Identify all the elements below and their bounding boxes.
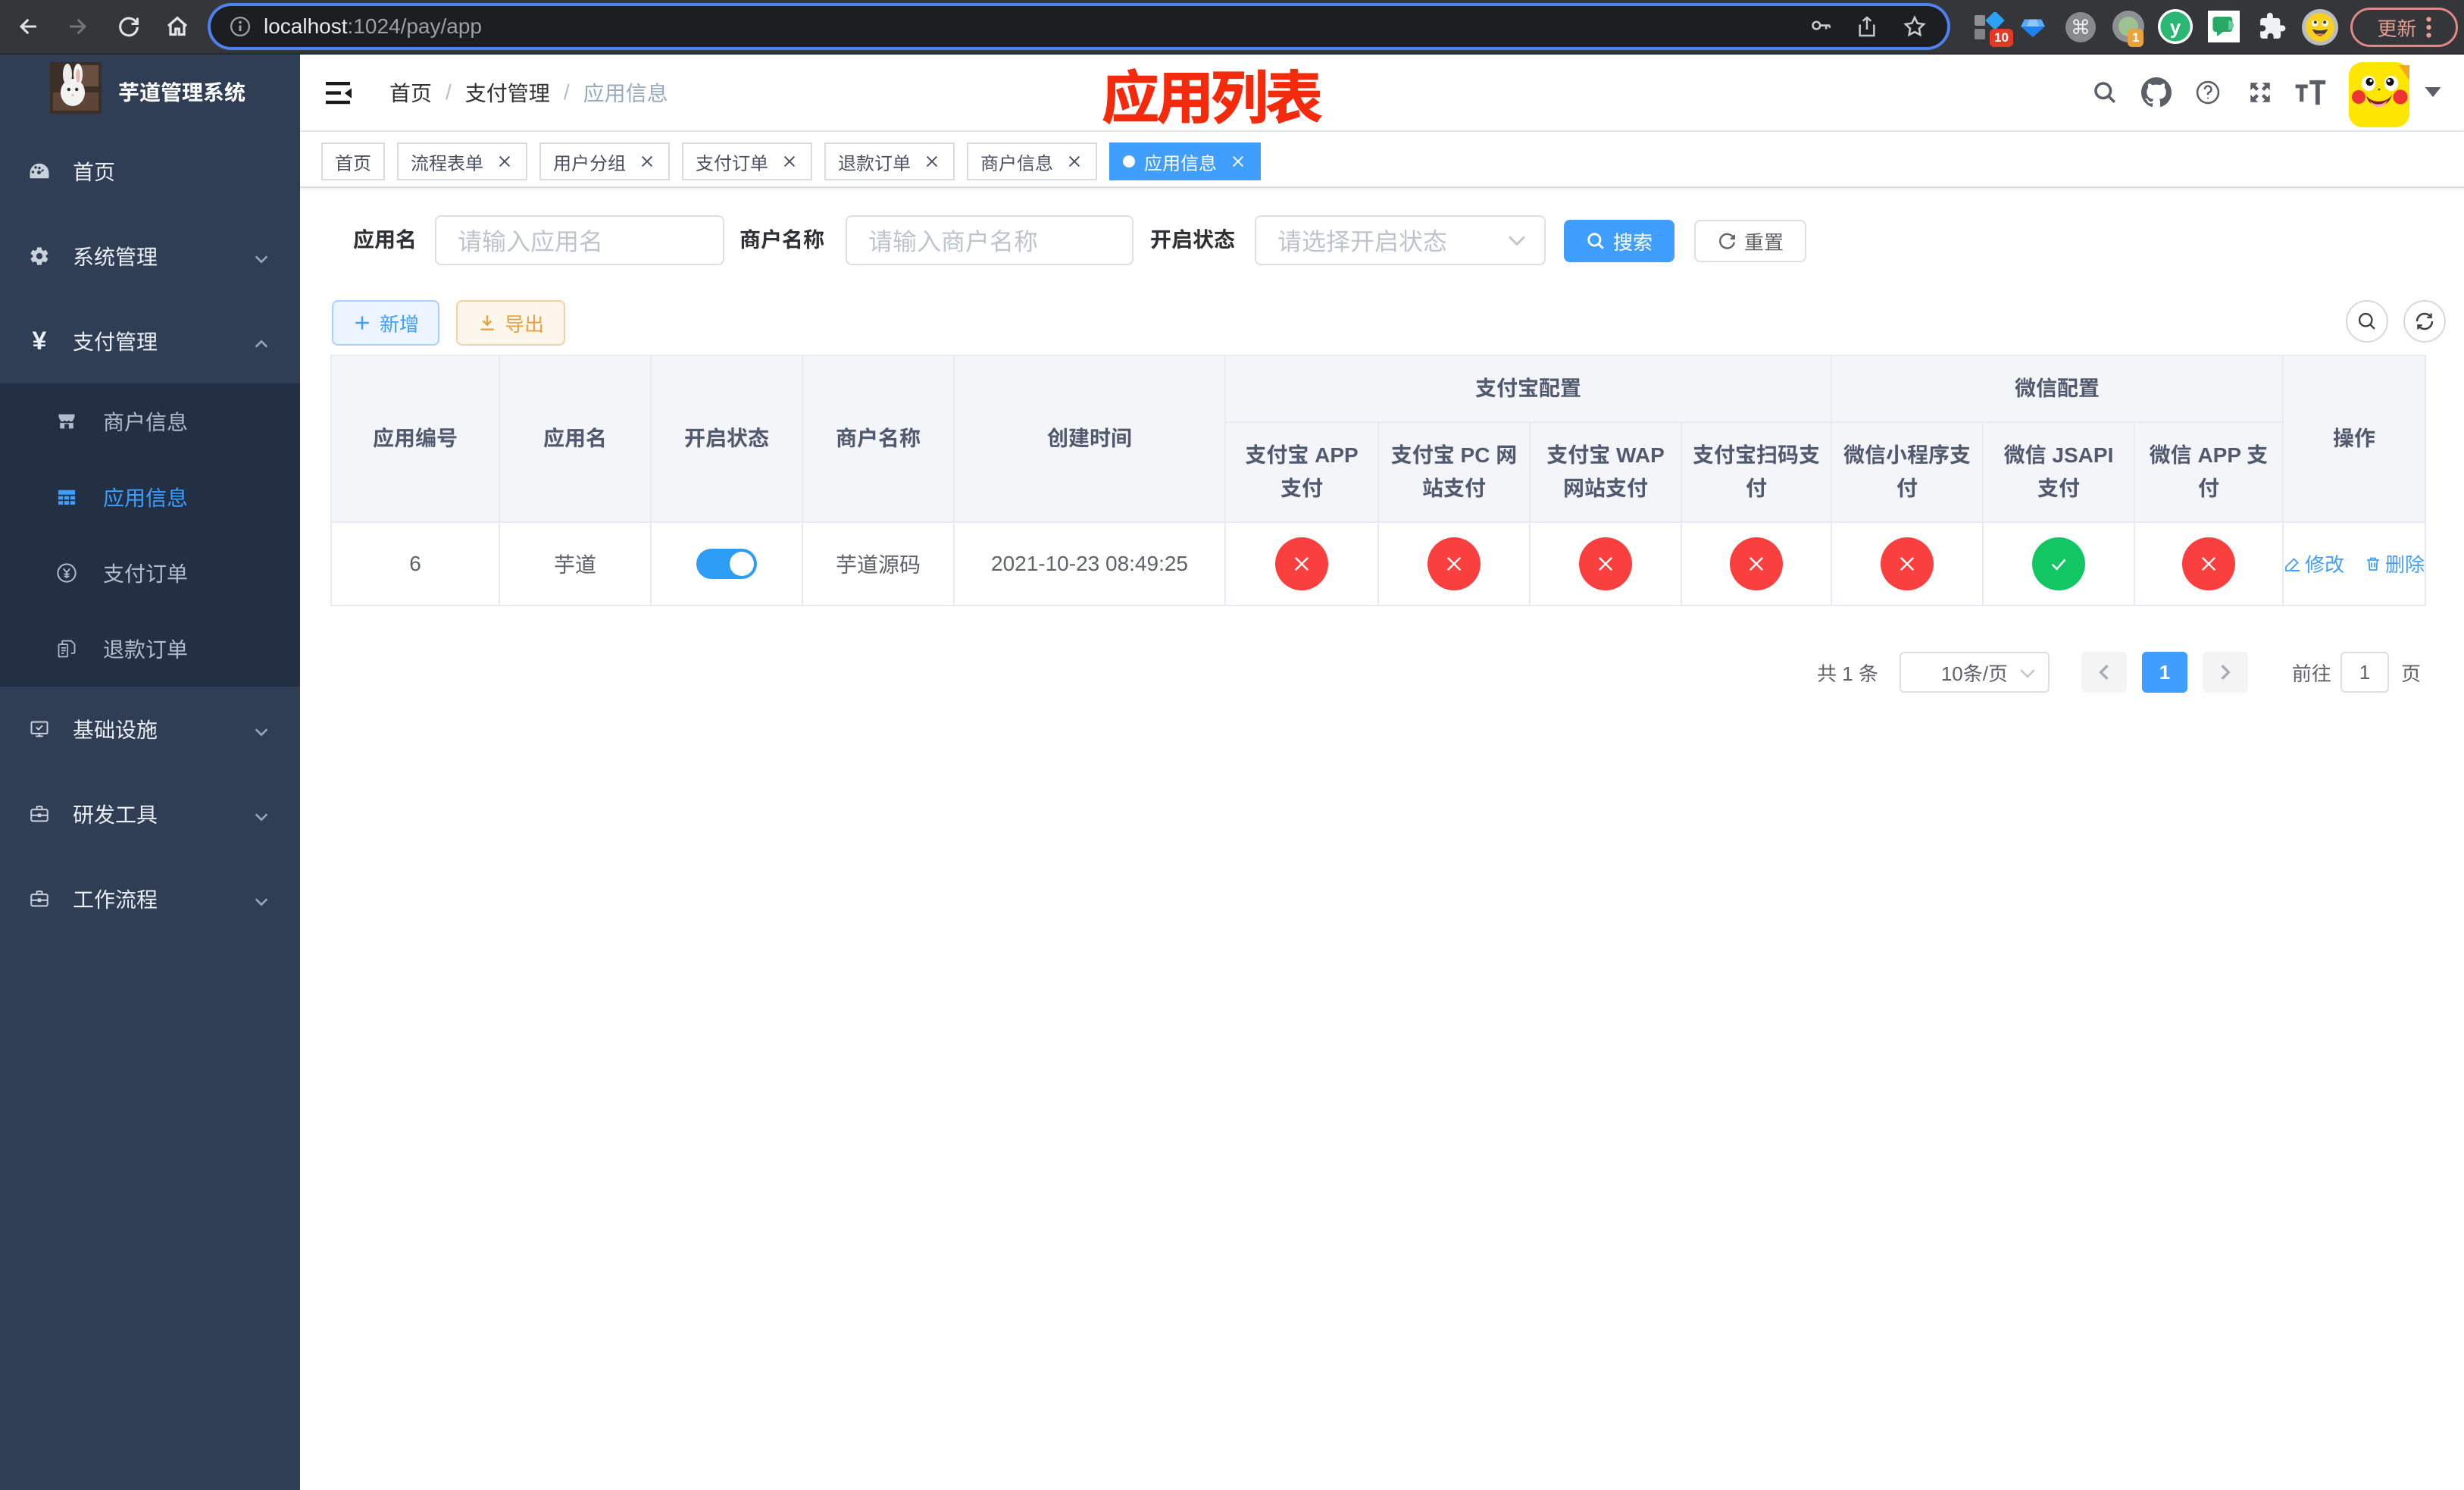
svg-text:⌘: ⌘: [2071, 16, 2090, 39]
svg-text:y: y: [2170, 15, 2181, 38]
